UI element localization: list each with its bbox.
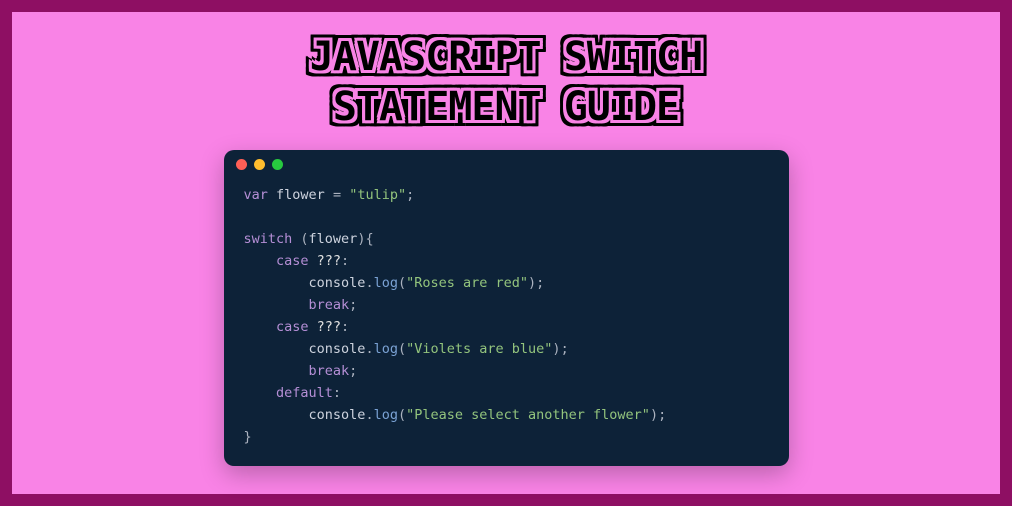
string-literal: "tulip" — [349, 187, 406, 203]
keyword-var: var — [244, 187, 268, 203]
keyword-break: break — [309, 297, 350, 313]
close-icon — [236, 159, 247, 170]
title-line-1: JavaScript Switch — [310, 34, 702, 80]
keyword-default: default — [276, 385, 333, 401]
keyword-break: break — [309, 363, 350, 379]
page-container: JavaScript Switch Statement Guide var fl… — [12, 12, 1000, 494]
keyword-case: case — [276, 253, 309, 269]
title-line-2: Statement Guide — [333, 84, 679, 130]
placeholder: ??? — [309, 319, 342, 335]
placeholder: ??? — [309, 253, 342, 269]
string-literal: "Please select another flower" — [406, 407, 650, 423]
code-editor-window: var flower = "tulip"; switch (flower){ c… — [224, 150, 789, 466]
keyword-switch: switch — [244, 231, 293, 247]
method-log: log — [374, 275, 398, 291]
minimize-icon — [254, 159, 265, 170]
string-literal: "Violets are blue" — [406, 341, 552, 357]
window-titlebar — [224, 150, 789, 178]
code-block: var flower = "tulip"; switch (flower){ c… — [224, 178, 789, 466]
string-literal: "Roses are red" — [406, 275, 528, 291]
variable-name: flower — [276, 187, 325, 203]
keyword-case: case — [276, 319, 309, 335]
page-title: JavaScript Switch Statement Guide — [310, 32, 702, 132]
maximize-icon — [272, 159, 283, 170]
